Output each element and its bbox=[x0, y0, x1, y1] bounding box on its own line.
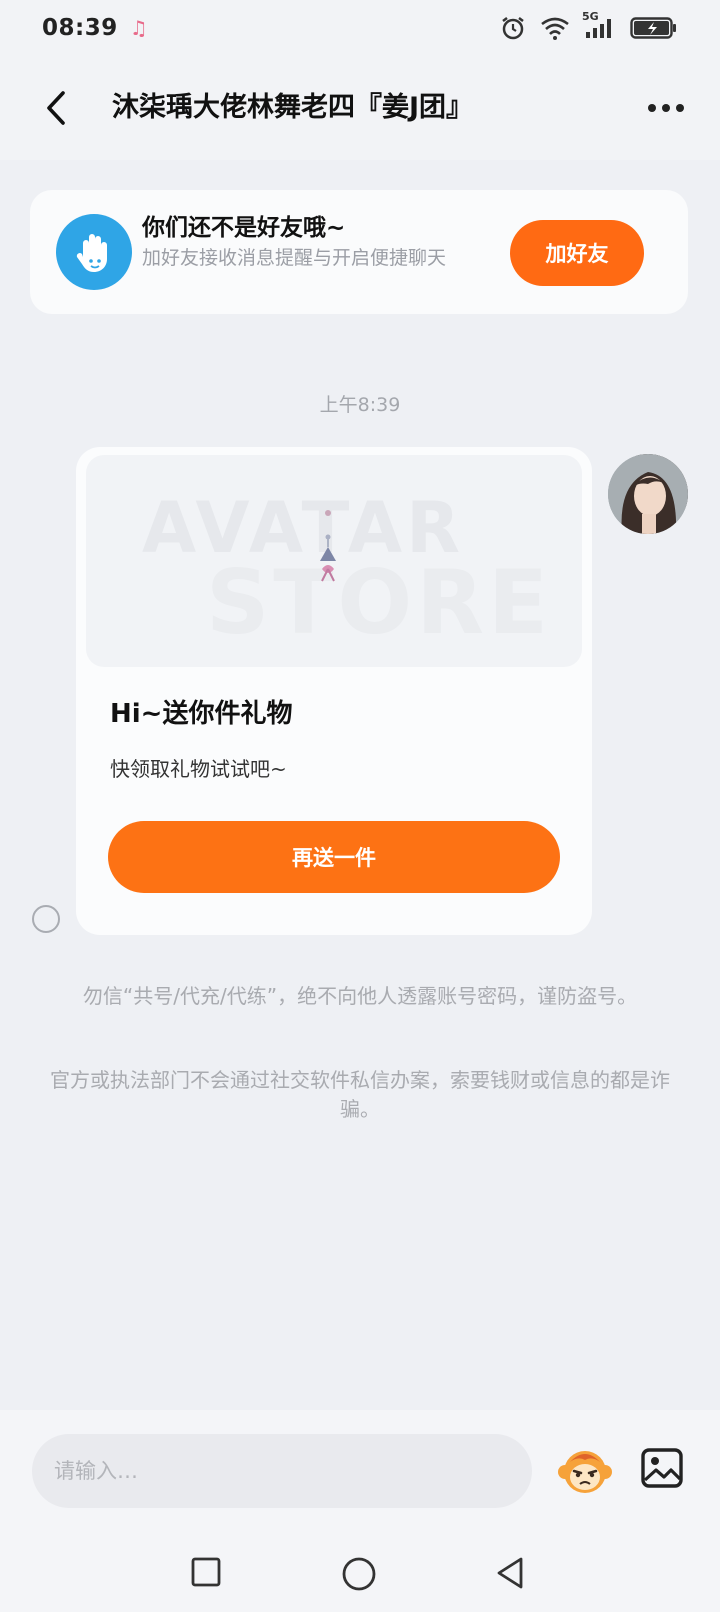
chevron-left-icon bbox=[47, 91, 65, 125]
status-left: 08:39 ♫ bbox=[42, 15, 148, 41]
friend-banner-subtitle: 加好友接收消息提醒与开启便捷聊天 bbox=[142, 247, 447, 269]
message-input[interactable] bbox=[32, 1434, 532, 1508]
status-bar: 08:39 ♫ 5G bbox=[0, 0, 720, 56]
watermark-text: STORE bbox=[206, 551, 553, 654]
friend-request-banner: 你们还不是好友哦~ 加好友接收消息提醒与开启便捷聊天 加好友 bbox=[30, 190, 688, 314]
more-dot-icon bbox=[648, 104, 656, 112]
triangle-back-icon bbox=[497, 1557, 523, 1589]
chat-title: 沐柒瑀大佬林舞老四『姜J团』 bbox=[112, 92, 474, 123]
music-note-icon: ♫ bbox=[129, 16, 148, 40]
system-back-button[interactable] bbox=[494, 1556, 526, 1594]
alarm-icon bbox=[500, 15, 526, 41]
emoji-button[interactable] bbox=[556, 1442, 614, 1500]
add-friend-button[interactable]: 加好友 bbox=[510, 220, 644, 286]
battery-icon bbox=[630, 16, 678, 40]
network-type-label: 5G bbox=[582, 10, 599, 23]
image-button[interactable] bbox=[640, 1446, 684, 1490]
message-select-radio[interactable] bbox=[32, 905, 60, 933]
message-input-bar bbox=[0, 1410, 720, 1536]
message-timestamp: 上午8:39 bbox=[319, 394, 401, 416]
recent-apps-button[interactable] bbox=[190, 1556, 222, 1592]
gift-message-card[interactable]: AVATAR STORE Hi~送你件礼物 快领取礼物试试吧~ 再送一件 bbox=[76, 447, 592, 935]
home-button[interactable] bbox=[341, 1556, 377, 1596]
friend-banner-title: 你们还不是好友哦~ bbox=[142, 215, 346, 241]
wifi-icon bbox=[540, 16, 570, 40]
security-warning: 勿信“共号/代充/代练”，绝不向他人透露账号密码，谨防盗号。 bbox=[82, 984, 638, 1008]
fraud-warning: 官方或执法部门不会通过社交软件私信办案，索要钱财或信息的都是诈骗。 bbox=[50, 1068, 670, 1121]
avatar[interactable] bbox=[608, 454, 688, 534]
status-time: 08:39 bbox=[42, 15, 118, 41]
earring-icon bbox=[320, 510, 336, 582]
signal-icon: 5G bbox=[582, 10, 616, 40]
send-another-gift-button[interactable]: 再送一件 bbox=[108, 821, 560, 893]
gift-card-title: Hi~送你件礼物 bbox=[110, 699, 293, 729]
circle-icon bbox=[342, 1557, 376, 1591]
monkey-emoji-icon bbox=[558, 1451, 612, 1493]
square-icon bbox=[191, 1557, 221, 1587]
chat-header: 沐柒瑀大佬林舞老四『姜J团』 bbox=[0, 56, 720, 160]
status-icons: 5G bbox=[500, 10, 678, 41]
hand-wave-icon bbox=[56, 214, 132, 290]
gift-card-subtitle: 快领取礼物试试吧~ bbox=[110, 757, 287, 781]
back-button[interactable] bbox=[34, 84, 78, 132]
more-dot-icon bbox=[676, 104, 684, 112]
gift-preview-image: AVATAR STORE bbox=[86, 455, 582, 667]
system-navigation-bar bbox=[0, 1536, 720, 1612]
image-icon bbox=[641, 1448, 683, 1488]
more-dot-icon bbox=[662, 104, 670, 112]
more-options-button[interactable] bbox=[642, 86, 690, 130]
